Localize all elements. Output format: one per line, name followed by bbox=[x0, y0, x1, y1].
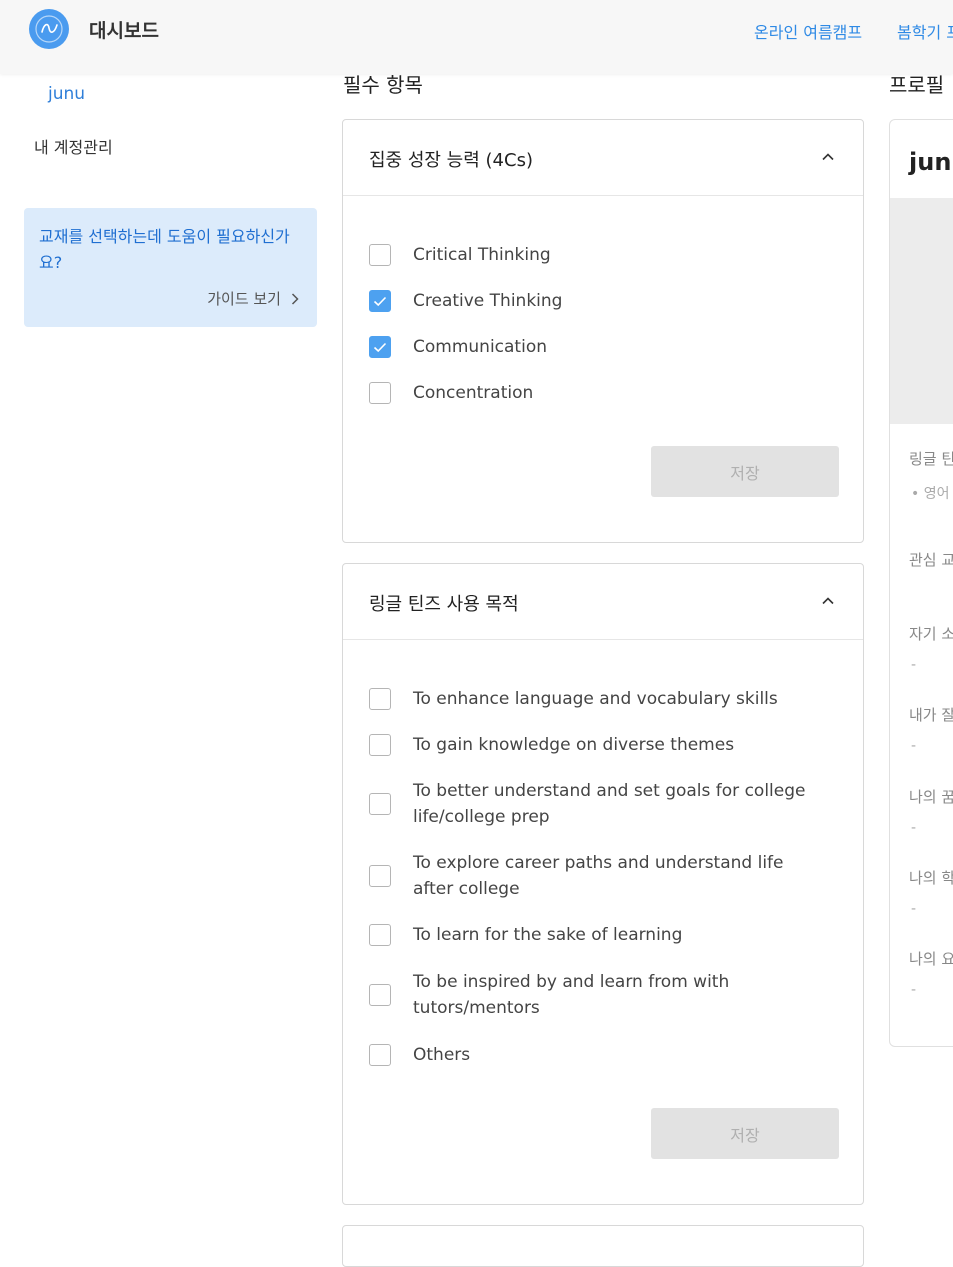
option-inspired[interactable]: To be inspired by and learn from with tu… bbox=[369, 969, 823, 1021]
option-label: Critical Thinking bbox=[413, 245, 551, 265]
card-header[interactable]: 집중 성장 능력 (4Cs) bbox=[343, 120, 863, 196]
option-label: Communication bbox=[413, 337, 547, 357]
chevron-right-icon bbox=[291, 292, 299, 305]
option-label: Others bbox=[413, 1045, 471, 1065]
profile-title: 프로필 bbox=[889, 73, 945, 97]
checkbox[interactable] bbox=[369, 734, 391, 756]
checkbox[interactable] bbox=[369, 1044, 391, 1066]
chevron-up-icon[interactable] bbox=[821, 594, 835, 608]
profile-label: 링글 틴 bbox=[909, 450, 953, 468]
checkbox[interactable] bbox=[369, 688, 391, 710]
checkbox[interactable] bbox=[369, 984, 391, 1006]
profile-value: • 영어 bbox=[911, 486, 950, 502]
dashboard-title: 대시보드 bbox=[89, 20, 159, 42]
option-label: Creative Thinking bbox=[413, 291, 563, 311]
option-label: To explore career paths and understand l… bbox=[413, 853, 784, 899]
profile-label: 나의 학 bbox=[909, 869, 953, 887]
profile-name: junu bbox=[909, 148, 953, 176]
guide-banner[interactable]: 교재를 선택하는데 도움이 필요하신가요? 가이드 보기 bbox=[24, 208, 317, 327]
option-label: To enhance language and vocabulary skill… bbox=[413, 689, 778, 709]
logo-icon[interactable] bbox=[29, 9, 69, 49]
checkbox[interactable] bbox=[369, 336, 391, 358]
page-title: 필수 항목 bbox=[343, 73, 423, 97]
option-communication[interactable]: Communication bbox=[369, 334, 823, 360]
profile-value: - bbox=[911, 901, 917, 917]
guide-link[interactable]: 가이드 보기 bbox=[207, 288, 299, 309]
guide-text: 교재를 선택하는데 도움이 필요하신가요? bbox=[39, 227, 290, 272]
profile-label: 내가 잘 bbox=[909, 706, 953, 724]
chevron-up-icon[interactable] bbox=[821, 150, 835, 164]
option-creative-thinking[interactable]: Creative Thinking bbox=[369, 288, 823, 314]
card-title: 링글 틴즈 사용 목적 bbox=[369, 594, 519, 615]
profile-label: 관심 교 bbox=[909, 551, 953, 569]
option-learning[interactable]: To learn for the sake of learning bbox=[369, 922, 823, 948]
profile-value: - bbox=[911, 820, 917, 836]
option-language[interactable]: To enhance language and vocabulary skill… bbox=[369, 686, 823, 712]
card-purpose: 링글 틴즈 사용 목적 To enhance language and voca… bbox=[342, 563, 864, 1205]
sidebar-item-account[interactable]: 내 계정관리 bbox=[34, 134, 113, 158]
profile-label: 나의 꿈 bbox=[909, 788, 953, 806]
check-icon bbox=[373, 342, 387, 352]
option-label: To better understand and set goals for c… bbox=[413, 781, 806, 827]
option-label: To gain knowledge on diverse themes bbox=[413, 735, 735, 755]
card-next bbox=[342, 1225, 864, 1267]
option-label: To learn for the sake of learning bbox=[413, 925, 683, 945]
checkbox[interactable] bbox=[369, 290, 391, 312]
profile-value: - bbox=[911, 657, 917, 673]
nav-spring-semester[interactable]: 봄학기 프 bbox=[897, 19, 953, 43]
option-others[interactable]: Others bbox=[369, 1042, 823, 1068]
option-critical-thinking[interactable]: Critical Thinking bbox=[369, 242, 823, 268]
option-career[interactable]: To explore career paths and understand l… bbox=[369, 850, 823, 902]
check-icon bbox=[373, 296, 387, 306]
profile-card: junu 링글 틴 • 영어 관심 교 자기 소 - 내가 잘 - 나의 꿈 -… bbox=[889, 119, 953, 1047]
guide-link-label: 가이드 보기 bbox=[207, 290, 281, 308]
profile-value: - bbox=[911, 982, 917, 998]
save-button[interactable]: 저장 bbox=[651, 1108, 839, 1159]
sidebar-username[interactable]: junu bbox=[48, 84, 85, 104]
option-concentration[interactable]: Concentration bbox=[369, 380, 823, 406]
card-4cs: 집중 성장 능력 (4Cs) Critical Thinking Creativ… bbox=[342, 119, 864, 543]
card-title: 집중 성장 능력 (4Cs) bbox=[369, 150, 533, 171]
profile-label: 자기 소 bbox=[909, 625, 953, 643]
option-college-goals[interactable]: To better understand and set goals for c… bbox=[369, 778, 823, 830]
checkbox[interactable] bbox=[369, 382, 391, 404]
option-label: Concentration bbox=[413, 383, 534, 403]
option-knowledge[interactable]: To gain knowledge on diverse themes bbox=[369, 732, 823, 758]
nav-summer-camp[interactable]: 온라인 여름캠프 bbox=[754, 19, 862, 43]
checkbox[interactable] bbox=[369, 865, 391, 887]
option-label: To be inspired by and learn from with tu… bbox=[413, 972, 730, 1018]
checkbox[interactable] bbox=[369, 793, 391, 815]
top-header: 대시보드 온라인 여름캠프 봄학기 프 bbox=[0, 0, 953, 74]
profile-label: 나의 요 bbox=[909, 950, 953, 968]
card-header[interactable]: 링글 틴즈 사용 목적 bbox=[343, 564, 863, 640]
profile-image bbox=[890, 198, 953, 424]
save-button[interactable]: 저장 bbox=[651, 446, 839, 497]
checkbox[interactable] bbox=[369, 924, 391, 946]
profile-value: - bbox=[911, 738, 917, 754]
checkbox[interactable] bbox=[369, 244, 391, 266]
